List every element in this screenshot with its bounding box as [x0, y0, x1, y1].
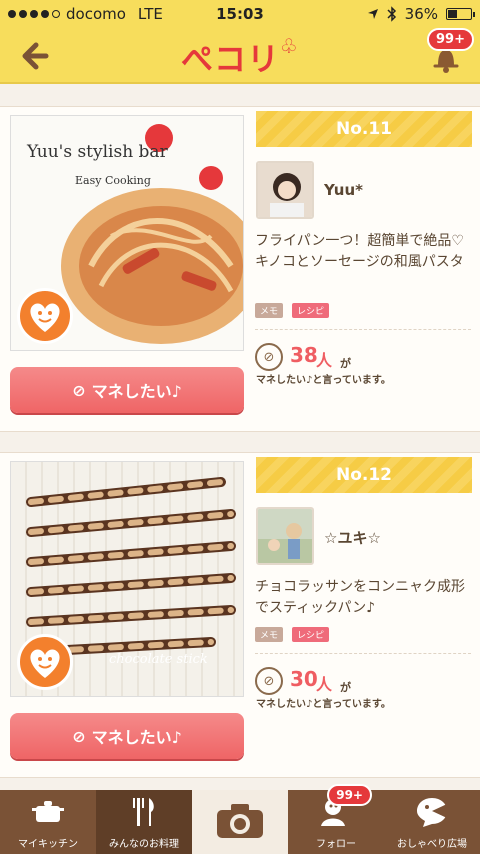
mane-count-icon: ⊘ — [255, 343, 283, 371]
recipe-description[interactable]: フライパン一つ！超簡単で絶品♡キノコとソーセージの和風パスタ — [255, 231, 471, 273]
peko-mascot-icon — [17, 288, 73, 344]
recipe-photo[interactable]: Yuu's stylish bar Easy Cooking — [10, 115, 244, 351]
memo-tag: メモ — [255, 303, 284, 318]
battery-icon — [446, 8, 475, 20]
tab-label: おしゃべり広場 — [397, 839, 467, 850]
mane-count: 38 — [290, 343, 318, 367]
app-header: ぺコリ♧ 99+ — [0, 28, 480, 84]
mane-count-unit: 人 — [316, 675, 333, 694]
mane-count-icon: ⊘ — [255, 667, 283, 695]
rank-banner: No.11 — [256, 111, 472, 147]
bluetooth-icon — [387, 6, 396, 22]
pot-icon — [32, 801, 64, 822]
clip-icon: ⊘ — [72, 726, 86, 746]
mane-shitai-button-label: マネしたい♪ — [91, 382, 182, 401]
rooster-icon: ♧ — [280, 34, 299, 58]
photo-caption-title: Yuu's stylish bar — [27, 142, 168, 162]
app-logo: ぺコリ♧ — [0, 34, 480, 80]
tab-bar: マイキッチン みんなのお料理 99+ フォロー おしゃべり広場 — [0, 784, 480, 854]
app-logo-text: ぺコリ — [181, 40, 281, 78]
memo-tag: メモ — [255, 627, 284, 642]
tab-my-kitchen[interactable]: マイキッチン — [0, 790, 96, 854]
mane-count-suffix: が — [340, 681, 351, 694]
username[interactable]: Yuu* — [324, 181, 363, 199]
mane-count-note: マネしたい♪と言っています。 — [256, 699, 391, 710]
recipe-card: chocolate stick ⊘ マネしたい♪ No.12 ☆ユキ☆ チョコラ… — [0, 452, 480, 778]
mane-count: 30 — [290, 667, 318, 691]
peko-mascot-icon — [17, 634, 73, 690]
follow-badge: 99+ — [327, 784, 372, 806]
tab-label: マイキッチン — [18, 839, 78, 850]
recipe-tag: レシピ — [292, 627, 330, 642]
chat-icon — [417, 798, 447, 827]
signal-strength-icon — [8, 10, 60, 18]
tab-chat-plaza[interactable]: おしゃべり広場 — [384, 790, 480, 854]
battery-percent: 36% — [404, 5, 438, 23]
carrier-name: docomo — [66, 5, 126, 23]
recipe-photo[interactable]: chocolate stick — [10, 461, 244, 697]
recipe-card: Yuu's stylish bar Easy Cooking ⊘ マネしたい♪ … — [0, 106, 480, 432]
tab-label: みんなのお料理 — [109, 839, 179, 850]
photo-caption-subtitle: Easy Cooking — [75, 174, 151, 187]
clip-icon: ⊘ — [72, 380, 86, 400]
avatar[interactable] — [256, 161, 314, 219]
mane-shitai-button-label: マネしたい♪ — [91, 728, 182, 747]
location-arrow-icon — [367, 9, 378, 19]
tab-label: フォロー — [316, 839, 356, 850]
mane-shitai-button[interactable]: ⊘ マネしたい♪ — [10, 713, 244, 759]
divider — [255, 329, 471, 330]
mane-count-suffix: が — [340, 357, 351, 370]
camera-icon — [217, 804, 263, 838]
tab-camera[interactable] — [192, 790, 288, 854]
divider — [255, 653, 471, 654]
tab-follow[interactable]: 99+ フォロー — [288, 784, 384, 854]
mane-shitai-button[interactable]: ⊘ マネしたい♪ — [10, 367, 244, 413]
fork-knife-icon — [133, 798, 154, 826]
status-bar: docomo LTE 15:03 36% — [0, 0, 480, 28]
recipe-feed[interactable]: Yuu's stylish bar Easy Cooking ⊘ マネしたい♪ … — [0, 86, 480, 790]
rank-banner: No.12 — [256, 457, 472, 493]
mane-count-note: マネしたい♪と言っています。 — [256, 375, 391, 386]
avatar[interactable] — [256, 507, 314, 565]
recipe-tag: レシピ — [292, 303, 330, 318]
username[interactable]: ☆ユキ☆ — [324, 527, 381, 548]
recipe-description[interactable]: チョコラッサンをコンニャク成形でスティックパン♪ — [255, 577, 471, 619]
tab-everyone-cooking[interactable]: みんなのお料理 — [96, 790, 192, 854]
mane-count-unit: 人 — [316, 351, 333, 370]
notification-badge: 99+ — [427, 28, 474, 51]
photo-caption-title: chocolate stick — [109, 652, 208, 667]
network-type: LTE — [137, 5, 163, 23]
